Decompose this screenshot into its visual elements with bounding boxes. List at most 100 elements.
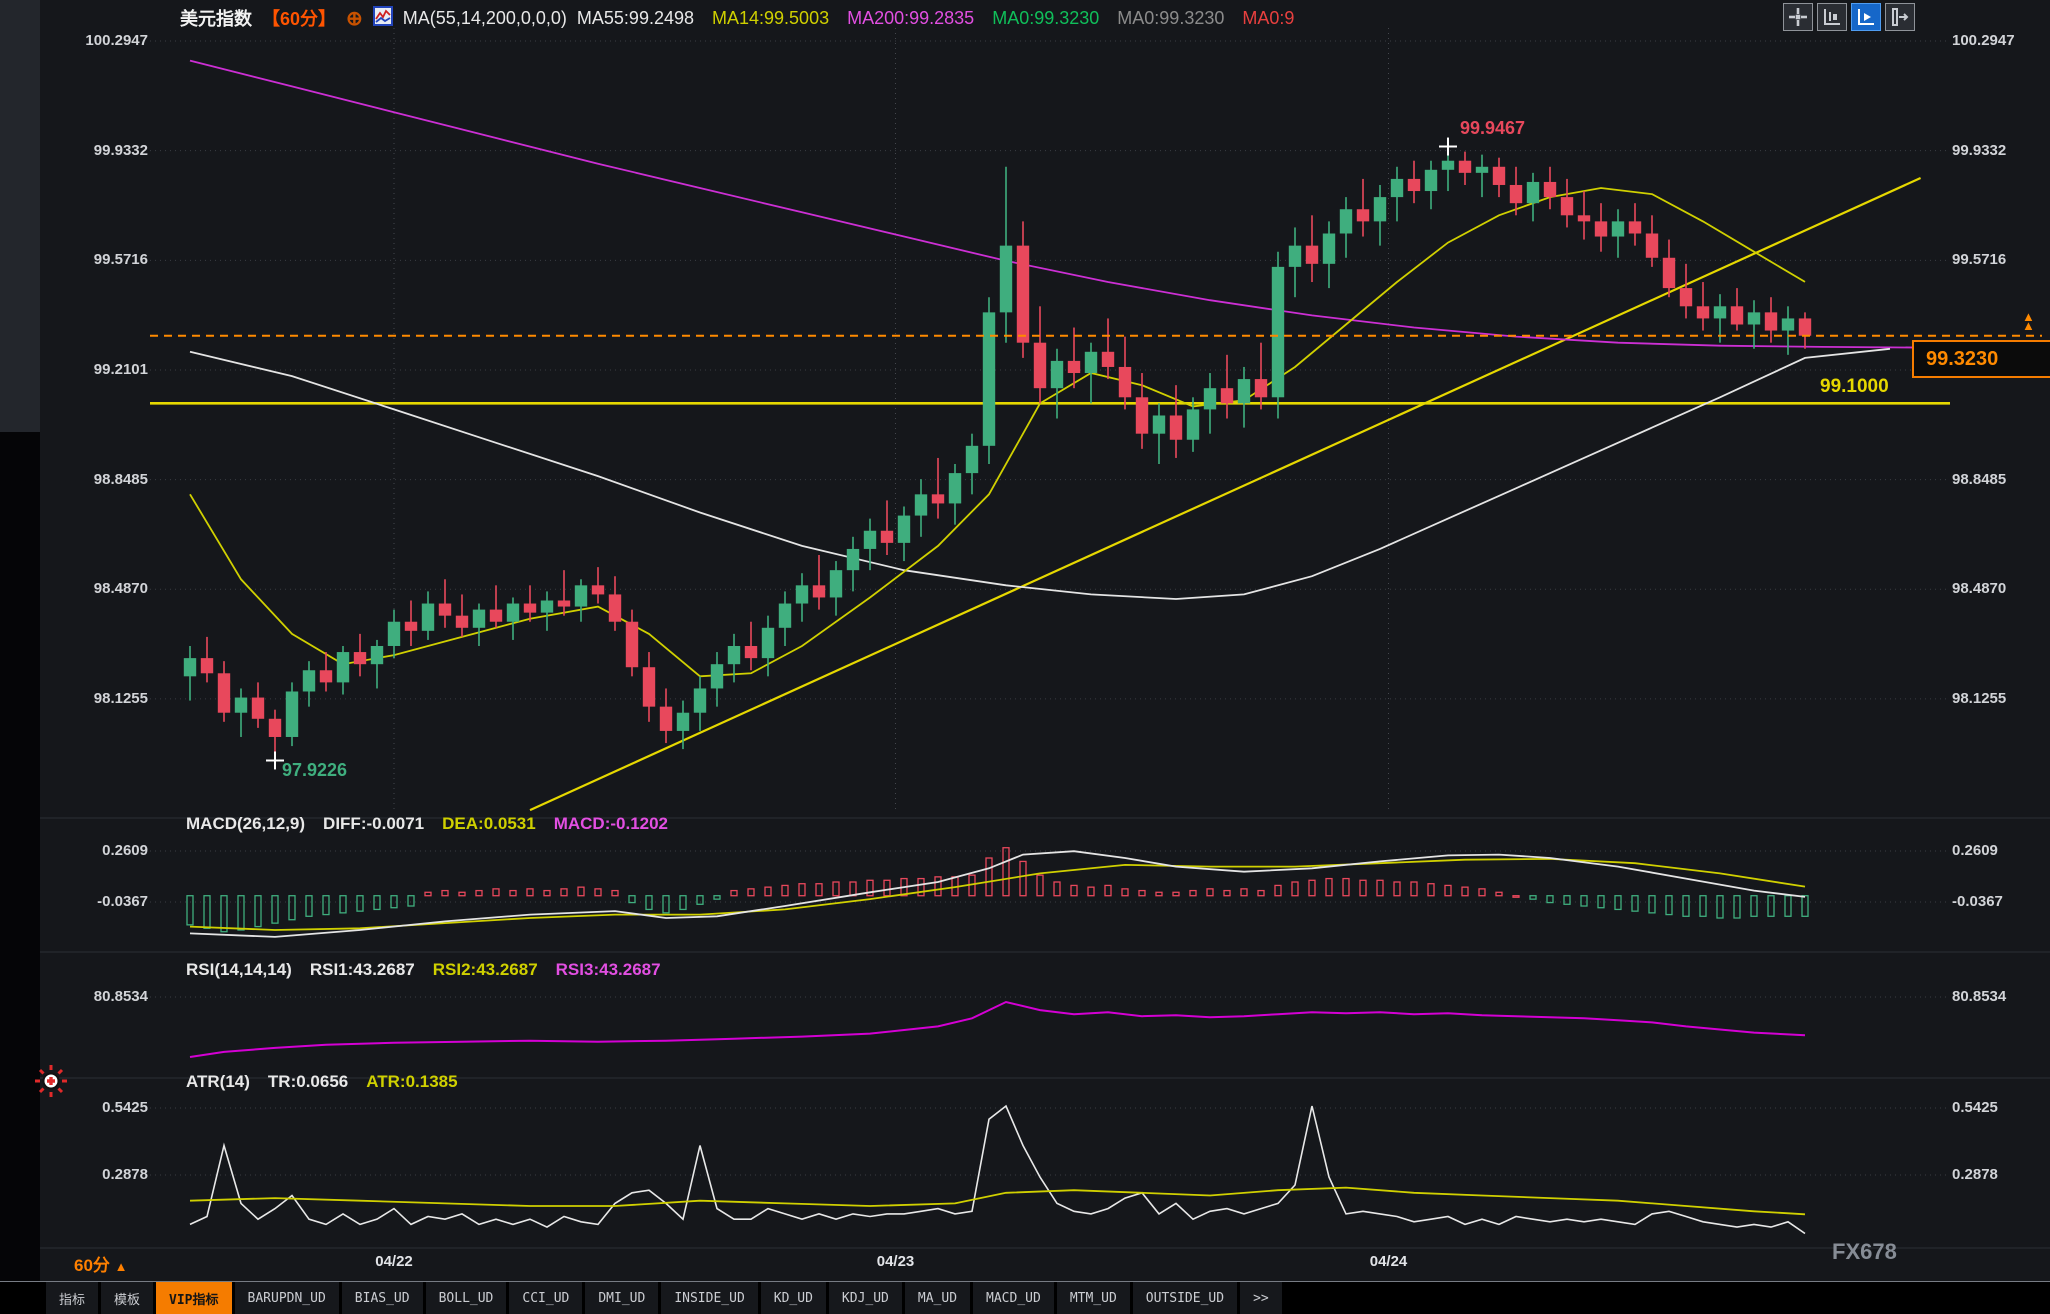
alert-burst-icon[interactable]: [34, 1064, 68, 1103]
macd-bar: [442, 891, 448, 896]
ma14-line: [190, 188, 1805, 676]
candle-body: [626, 622, 638, 667]
candle-body: [1340, 209, 1352, 233]
last-price-arrow-icon: ▲▲: [2022, 312, 2035, 330]
tab-14[interactable]: OUTSIDE_UD: [1133, 1282, 1237, 1314]
crosshair-tool-icon[interactable]: [1783, 3, 1813, 31]
support-line-label: 99.1000: [1820, 376, 1889, 398]
candle-body: [1034, 343, 1046, 388]
tab-11[interactable]: MA_UD: [905, 1282, 970, 1314]
macd-bar: [1207, 889, 1213, 896]
tab-10[interactable]: KDJ_UD: [829, 1282, 902, 1314]
candle-body: [1017, 246, 1029, 343]
macd-bar: [1224, 891, 1230, 896]
macd-bar: [510, 891, 516, 896]
macd-bar: [1411, 882, 1417, 896]
candle-body: [490, 610, 502, 622]
candle-body: [1493, 167, 1505, 185]
macd-bar: [595, 889, 601, 896]
macd-bar: [493, 889, 499, 896]
tab-1[interactable]: 模板: [101, 1282, 153, 1314]
macd-bar: [612, 891, 618, 896]
tab-0[interactable]: 指标: [46, 1282, 98, 1314]
tab-7[interactable]: DMI_UD: [585, 1282, 658, 1314]
candle-body: [1323, 234, 1335, 264]
indicator-name: RSI(14,14,14): [186, 960, 292, 979]
macd-bar: [1530, 896, 1536, 899]
candle-body: [1238, 379, 1250, 403]
tab-13[interactable]: MTM_UD: [1057, 1282, 1130, 1314]
candle-body: [932, 494, 944, 503]
candle-body: [779, 604, 791, 628]
candle-body: [1306, 246, 1318, 264]
macd-bar: [340, 896, 346, 913]
candle-body: [745, 646, 757, 658]
candle-body: [473, 610, 485, 628]
indicator-tabbar: 指标模板VIP指标BARUPDN_UDBIAS_UDBOLL_UDCCI_UDD…: [0, 1281, 2050, 1314]
macd-bar: [1564, 896, 1570, 905]
candle-body: [1629, 221, 1641, 233]
candle-body: [1799, 318, 1811, 335]
candle-body: [796, 585, 808, 603]
macd-bar: [255, 896, 261, 927]
macd-bar: [731, 891, 737, 896]
macd-bar: [663, 896, 669, 913]
chart-canvas[interactable]: [0, 0, 2050, 1314]
axis-scale-tool-icon[interactable]: [1817, 3, 1847, 31]
tab-4[interactable]: BIAS_UD: [342, 1282, 423, 1314]
chart-toolbar: [1783, 3, 1915, 31]
macd-bar: [646, 896, 652, 910]
tab-2[interactable]: VIP指标: [156, 1282, 231, 1314]
symbol-title: 美元指数: [180, 5, 252, 31]
candle-body: [711, 664, 723, 688]
tab-3[interactable]: BARUPDN_UD: [235, 1282, 339, 1314]
candle-body: [1697, 306, 1709, 318]
atr-line: [190, 1188, 1805, 1215]
axis-play-tool-icon[interactable]: [1851, 3, 1881, 31]
candle-body: [575, 585, 587, 606]
mini-chart-icon[interactable]: [373, 6, 393, 31]
indicator-value-2: MACD:-0.1202: [554, 814, 668, 833]
macd-bar: [1496, 892, 1502, 895]
tab-5[interactable]: BOLL_UD: [426, 1282, 507, 1314]
ma-value-3: MA0:99.3230: [992, 8, 1099, 29]
macd-bar: [459, 892, 465, 895]
macd-bar: [1292, 882, 1298, 896]
candle-body: [1425, 170, 1437, 191]
tab-12[interactable]: MACD_UD: [973, 1282, 1054, 1314]
chart-type-sidebar: [0, 0, 40, 432]
tab-6[interactable]: CCI_UD: [509, 1282, 582, 1314]
candle-body: [1544, 182, 1556, 197]
macd-bar: [1445, 885, 1451, 895]
tab-8[interactable]: INSIDE_UD: [661, 1282, 757, 1314]
chart-header: 美元指数 【60分】 ⊕ MA(55,14,200,0,0,0) MA55:99…: [180, 5, 1294, 31]
candle-body: [660, 707, 672, 731]
add-indicator-icon[interactable]: ⊕: [346, 6, 363, 31]
trendline: [530, 178, 1921, 810]
candle-body: [728, 646, 740, 664]
high-price-label: 99.9467: [1460, 118, 1525, 139]
candle-body: [830, 570, 842, 597]
macd-bar: [1156, 892, 1162, 895]
candle-body: [184, 658, 196, 676]
candle-body: [235, 698, 247, 713]
tab-9[interactable]: KD_UD: [761, 1282, 826, 1314]
tab-15[interactable]: >>: [1240, 1282, 1282, 1314]
macd-bar: [578, 887, 584, 896]
candle-body: [1272, 267, 1284, 397]
candle-body: [1204, 388, 1216, 409]
indicator-name: MACD(26,12,9): [186, 814, 305, 833]
macd-header: MACD(26,12,9)DIFF:-0.0071DEA:0.0531MACD:…: [186, 814, 686, 834]
atr-tr-line: [190, 1106, 1805, 1234]
macd-bar: [986, 858, 992, 896]
candle-body: [1459, 161, 1471, 173]
candle-body: [1187, 409, 1199, 439]
axis-pan-tool-icon[interactable]: [1885, 3, 1915, 31]
macd-bar: [1190, 891, 1196, 896]
candle-body: [1476, 167, 1488, 173]
indicator-value-0: TR:0.0656: [268, 1072, 348, 1091]
candle-body: [881, 531, 893, 543]
macd-bar: [1258, 891, 1264, 896]
interval-footer-toggle[interactable]: 60分 ▲: [74, 1251, 128, 1276]
macd-bar: [748, 889, 754, 896]
